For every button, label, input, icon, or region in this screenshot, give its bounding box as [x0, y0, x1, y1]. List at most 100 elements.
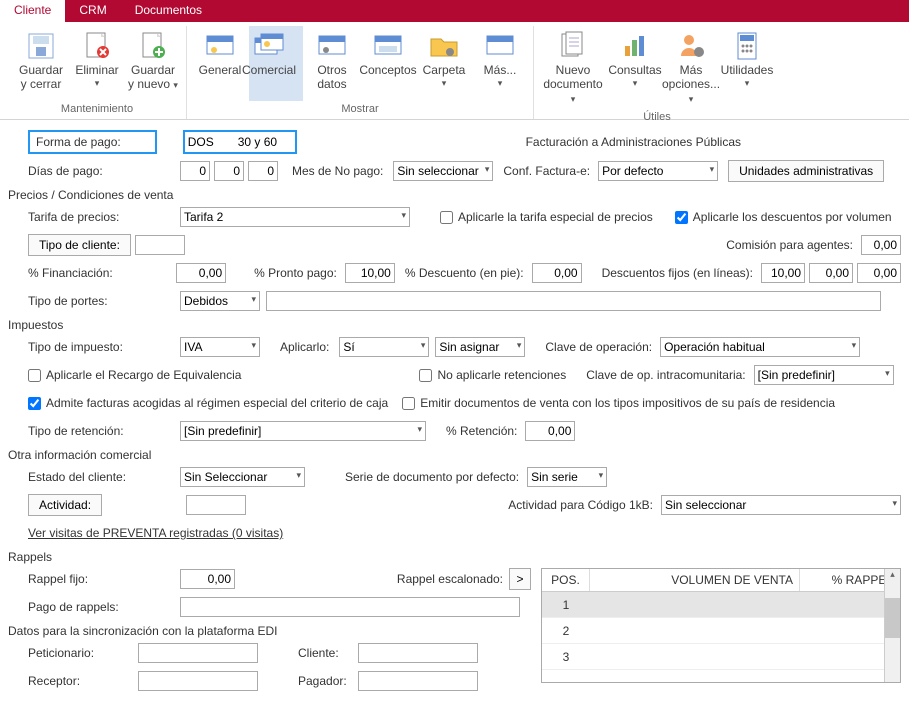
th-pos: POS. — [542, 569, 590, 591]
tarifa-label: Tarifa de precios: — [28, 210, 180, 224]
card5-icon — [484, 30, 516, 62]
docs-icon — [557, 30, 589, 62]
ribbon: Guardary cerrar Eliminar▾ Guardary nuevo… — [0, 22, 909, 120]
mas-button[interactable]: Más...▾ — [473, 26, 527, 101]
act-1kb-label: Actividad para Código 1kB: — [508, 498, 653, 512]
table-row[interactable]: 1 — [542, 592, 900, 618]
dias-pago-label: Días de pago: — [28, 164, 180, 178]
dias-pago-2[interactable] — [214, 161, 244, 181]
chk-tarifa-especial[interactable]: Aplicarle la tarifa especial de precios — [440, 210, 653, 224]
desc-fijos-2[interactable] — [809, 263, 853, 283]
delete-button[interactable]: Eliminar▾ — [70, 26, 124, 101]
visitas-link[interactable]: Ver visitas de PREVENTA registradas (0 v… — [28, 526, 283, 540]
tipo-portes-label: Tipo de portes: — [28, 294, 180, 308]
main-tabs: Cliente CRM Documentos — [0, 0, 909, 22]
edi-rec-input[interactable] — [138, 671, 258, 691]
forma-pago-code[interactable] — [185, 132, 235, 152]
pct-desc-input[interactable] — [532, 263, 582, 283]
serie-doc-select[interactable]: Sin serie — [527, 467, 607, 487]
pago-rappels-input[interactable] — [180, 597, 520, 617]
edi-pag-label: Pagador: — [298, 674, 358, 688]
page-add-icon — [137, 30, 169, 62]
tab-cliente[interactable]: Cliente — [0, 0, 65, 22]
tipo-portes-text[interactable] — [266, 291, 881, 311]
pct-fin-label: % Financiación: — [28, 266, 176, 280]
fact-admin-label: Facturación a Administraciones Públicas — [526, 135, 741, 149]
tab-crm[interactable]: CRM — [65, 0, 120, 22]
pct-ret-input[interactable] — [525, 421, 575, 441]
chk-no-ret[interactable]: No aplicarle retenciones — [419, 368, 566, 382]
general-button[interactable]: General — [193, 26, 247, 101]
pct-desc-label: % Descuento (en pie): — [405, 266, 524, 280]
save-close-button[interactable]: Guardary cerrar — [14, 26, 68, 101]
rappel-fijo-input[interactable] — [180, 569, 235, 589]
edi-pag-input[interactable] — [358, 671, 478, 691]
pct-pp-input[interactable] — [345, 263, 395, 283]
section-precios: Precios / Condiciones de venta — [8, 188, 901, 202]
mes-no-pago-select[interactable]: Sin seleccionar — [393, 161, 493, 181]
clave-intra-label: Clave de op. intracomunitaria: — [586, 368, 745, 382]
desc-fijos-3[interactable] — [857, 263, 901, 283]
section-edi: Datos para la sincronización con la plat… — [8, 624, 531, 638]
edi-pet-input[interactable] — [138, 643, 258, 663]
dias-pago-1[interactable] — [180, 161, 210, 181]
dias-pago-3[interactable] — [248, 161, 278, 181]
clave-intra-select[interactable]: [Sin predefinir] — [754, 365, 894, 385]
estado-select[interactable]: Sin Seleccionar — [180, 467, 305, 487]
aplicarlo-select2[interactable]: Sin asignar — [435, 337, 525, 357]
tarifa-select[interactable]: Tarifa 2 — [180, 207, 410, 227]
clave-op-select[interactable]: Operación habitual — [660, 337, 860, 357]
aplicarlo-label: Aplicarlo: — [280, 340, 329, 354]
pago-rappels-label: Pago de rappels: — [28, 600, 180, 614]
pct-pp-label: % Pronto pago: — [254, 266, 337, 280]
actividad-button[interactable]: Actividad: — [28, 494, 102, 516]
folder-icon — [428, 30, 460, 62]
comision-input[interactable] — [861, 235, 901, 255]
chk-recargo[interactable]: Aplicarle el Recargo de Equivalencia — [28, 368, 241, 382]
mas-opciones-button[interactable]: Másopciones... ▾ — [664, 26, 718, 109]
act-1kb-select[interactable]: Sin seleccionar — [661, 495, 901, 515]
consultas-button[interactable]: Consultas▾ — [608, 26, 662, 109]
otros-datos-button[interactable]: Otrosdatos — [305, 26, 359, 101]
forma-pago-desc[interactable] — [235, 132, 295, 152]
section-rappels: Rappels — [8, 550, 901, 564]
tipo-cliente-button[interactable]: Tipo de cliente: — [28, 234, 131, 256]
tipo-cliente-input[interactable] — [135, 235, 185, 255]
rappel-esc-button[interactable]: > — [509, 568, 531, 590]
actividad-input[interactable] — [186, 495, 246, 515]
conf-fe-select[interactable]: Por defecto — [598, 161, 718, 181]
tipo-portes-select[interactable]: Debidos — [180, 291, 260, 311]
pct-fin-input[interactable] — [176, 263, 226, 283]
user-gear-icon — [675, 30, 707, 62]
tipo-ret-select[interactable]: [Sin predefinir] — [180, 421, 426, 441]
card4-icon — [372, 30, 404, 62]
section-otra: Otra información comercial — [8, 448, 901, 462]
save-new-button[interactable]: Guardary nuevo ▾ — [126, 26, 180, 101]
group-cap-utiles: Útiles — [643, 111, 671, 123]
section-impuestos: Impuestos — [8, 318, 901, 332]
mes-no-pago-label: Mes de No pago: — [292, 164, 383, 178]
chk-emitir[interactable]: Emitir documentos de venta con los tipos… — [402, 396, 835, 410]
forma-pago-label: Forma de pago: — [28, 130, 157, 154]
pct-ret-label: % Retención: — [446, 424, 517, 438]
edi-cli-input[interactable] — [358, 643, 478, 663]
unidades-admin-button[interactable]: Unidades administrativas — [728, 160, 884, 182]
tab-documentos[interactable]: Documentos — [121, 0, 216, 22]
edi-cli-label: Cliente: — [298, 646, 358, 660]
chk-desc-volumen[interactable]: Aplicarle los descuentos por volumen — [675, 210, 892, 224]
table-row[interactable]: 2 — [542, 618, 900, 644]
chk-reg-caja[interactable]: Admite facturas acogidas al régimen espe… — [28, 396, 388, 410]
aplicarlo-select[interactable]: Sí — [339, 337, 429, 357]
comercial-button[interactable]: Comercial — [249, 26, 303, 101]
rappel-table[interactable]: POS. VOLUMEN DE VENTA % RAPPEL 1 2 3 ▴ — [541, 568, 901, 683]
utilidades-button[interactable]: Utilidades▾ — [720, 26, 774, 109]
carpeta-button[interactable]: Carpeta▾ — [417, 26, 471, 101]
nuevo-doc-button[interactable]: Nuevodocumento ▾ — [540, 26, 606, 109]
conceptos-button[interactable]: Conceptos — [361, 26, 415, 101]
tipo-imp-select[interactable]: IVA — [180, 337, 260, 357]
scrollbar[interactable]: ▴ — [884, 569, 900, 682]
conf-fe-label: Conf. Factura-e: — [503, 164, 590, 178]
table-row[interactable]: 3 — [542, 644, 900, 670]
desc-fijos-1[interactable] — [761, 263, 805, 283]
th-vol: VOLUMEN DE VENTA — [590, 569, 800, 591]
